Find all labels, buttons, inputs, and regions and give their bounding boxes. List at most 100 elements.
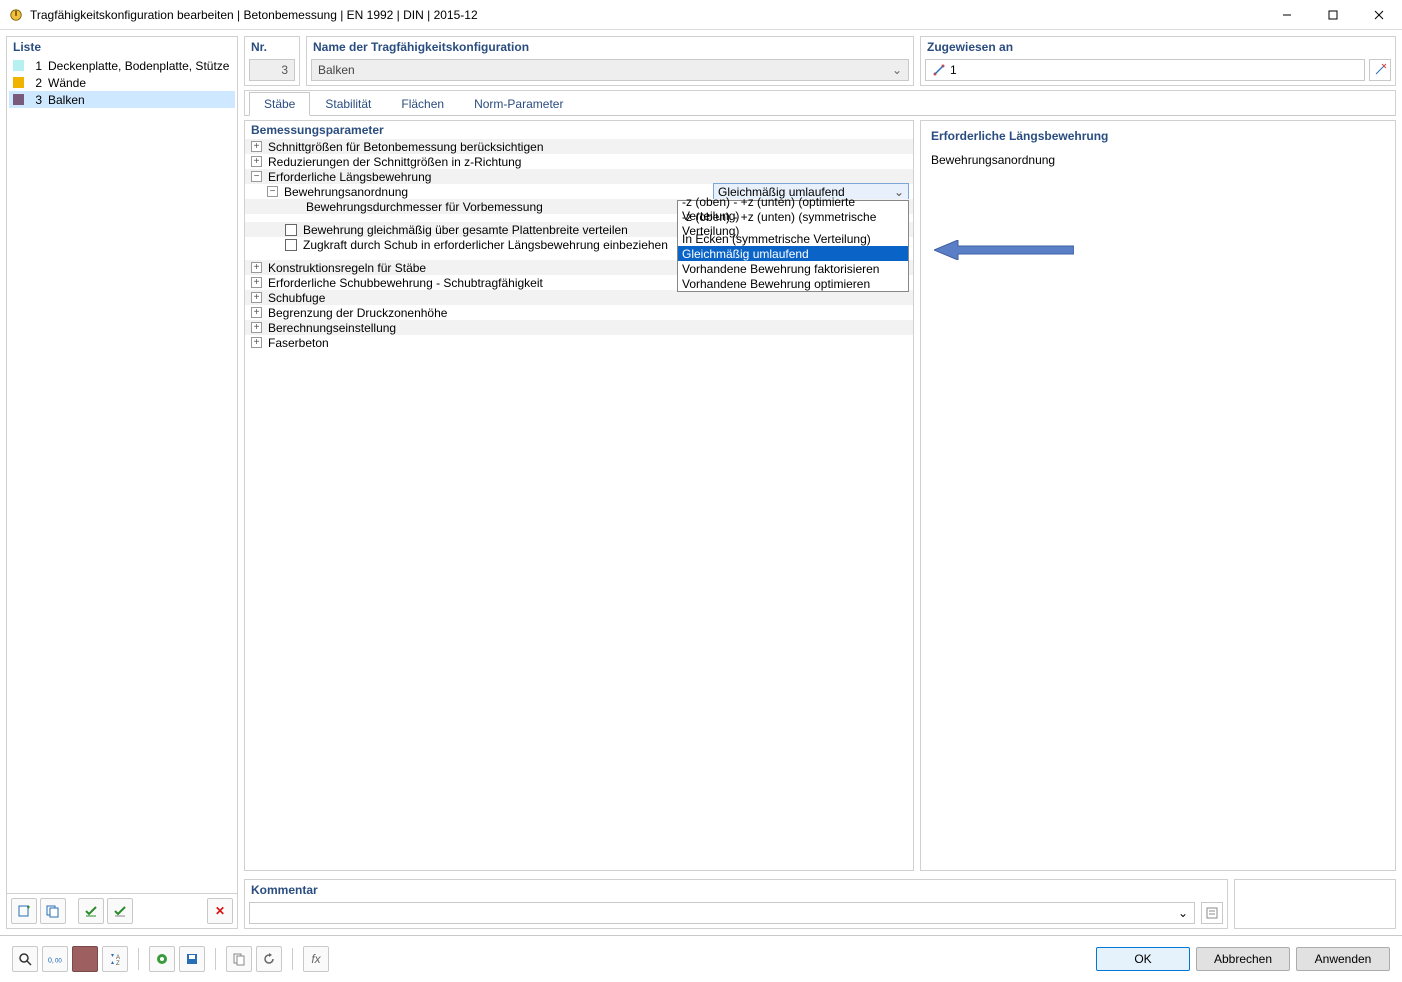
dropdown-option[interactable]: Vorhandene Bewehrung faktorisieren — [678, 261, 908, 276]
preview-placeholder — [1234, 879, 1396, 929]
tab-staebe[interactable]: Stäbe — [249, 92, 310, 116]
assign-pick-button[interactable] — [1369, 59, 1391, 81]
tree-label: Erforderliche Längsbewehrung — [268, 170, 431, 184]
expander-icon[interactable]: + — [251, 156, 262, 167]
tree-label: Berechnungseinstellung — [268, 321, 396, 335]
list-item[interactable]: 3 Balken — [9, 91, 235, 108]
function-icon: fx — [311, 952, 320, 966]
sort-tool-button[interactable]: AZ — [102, 946, 128, 972]
chevron-down-icon: ⌄ — [1178, 906, 1188, 920]
tree-label: Zugkraft durch Schub in erforderlicher L… — [303, 238, 668, 252]
color-swatch — [13, 77, 24, 88]
expander-icon[interactable]: − — [267, 186, 278, 197]
expander-icon[interactable]: + — [251, 307, 262, 318]
list-num: 2 — [30, 76, 42, 90]
checkbox[interactable] — [285, 239, 297, 251]
expander-icon[interactable]: + — [251, 322, 262, 333]
duplicate-config-button[interactable] — [40, 898, 66, 924]
uncheck-all-button[interactable] — [107, 898, 133, 924]
tab-norm-parameter[interactable]: Norm-Parameter — [459, 92, 578, 116]
name-header: Name der Tragfähigkeitskonfiguration — [307, 37, 913, 57]
comment-template-button[interactable] — [1201, 902, 1223, 924]
tree-row[interactable]: + Schubfuge — [245, 290, 913, 305]
tree-row[interactable]: + Schnittgrößen für Betonbemessung berüc… — [245, 139, 913, 154]
reset-tool-button[interactable] — [256, 946, 282, 972]
config-list: 1 Deckenplatte, Bodenplatte, Stütze 2 Wä… — [7, 57, 237, 893]
save-tool-button[interactable] — [179, 946, 205, 972]
list-label: Deckenplatte, Bodenplatte, Stütze — [48, 59, 229, 73]
list-label: Wände — [48, 76, 86, 90]
nr-field[interactable]: 3 — [249, 59, 295, 81]
tree-label: Bewehrungsdurchmesser für Vorbemessung — [306, 200, 543, 214]
color-swatch — [13, 60, 24, 71]
tree-label: Schnittgrößen für Betonbemessung berücks… — [268, 140, 544, 154]
cancel-button[interactable]: Abbrechen — [1196, 947, 1290, 971]
tree-label: Begrenzung der Druckzonenhöhe — [268, 306, 447, 320]
expander-icon[interactable]: + — [251, 141, 262, 152]
tree-row[interactable]: + Begrenzung der Druckzonenhöhe — [245, 305, 913, 320]
dropdown-option[interactable]: Gleichmäßig umlaufend — [678, 246, 908, 261]
list-label: Balken — [48, 93, 85, 107]
assigned-header: Zugewiesen an — [921, 37, 1395, 57]
dropdown-option[interactable]: -z (oben) - +z (unten) (symmetrische Ver… — [678, 216, 908, 231]
units-tool-button[interactable]: 0,00 — [42, 946, 68, 972]
color-swatch — [13, 94, 24, 105]
dropdown-option[interactable]: Vorhandene Bewehrung optimieren — [678, 276, 908, 291]
tree-label: Schubfuge — [268, 291, 325, 305]
tree-row[interactable]: + Reduzierungen der Schnittgrößen in z-R… — [245, 154, 913, 169]
svg-text:Z: Z — [116, 961, 120, 966]
tab-stabilitaet[interactable]: Stabilität — [310, 92, 386, 116]
params-header-label: Bemessungsparameter — [251, 123, 384, 137]
close-icon: ✕ — [215, 904, 225, 918]
list-num: 1 — [30, 59, 42, 73]
tab-flaechen[interactable]: Flächen — [386, 92, 459, 116]
function-tool-button[interactable]: fx — [303, 946, 329, 972]
window-title: Tragfähigkeitskonfiguration bearbeiten |… — [30, 8, 1264, 22]
annotation-arrow — [934, 240, 1074, 260]
name-combo[interactable]: Balken ⌄ — [311, 59, 909, 81]
close-button[interactable] — [1356, 0, 1402, 30]
nr-value: 3 — [281, 63, 288, 77]
list-header: Liste — [7, 37, 237, 57]
tree-label: Bewehrungsanordnung — [284, 185, 408, 199]
params-header: Bemessungsparameter — [245, 121, 913, 139]
tree-label: Bewehrung gleichmäßig über gesamte Platt… — [303, 223, 628, 237]
expander-icon[interactable]: + — [251, 277, 262, 288]
new-config-button[interactable] — [11, 898, 37, 924]
expander-icon[interactable]: + — [251, 337, 262, 348]
dropdown-popup: -z (oben) - +z (unten) (optimierte Verte… — [677, 200, 909, 292]
member-icon — [932, 63, 946, 77]
ok-button[interactable]: OK — [1096, 947, 1190, 971]
apply-button[interactable]: Anwenden — [1296, 947, 1390, 971]
library-tool-button[interactable] — [149, 946, 175, 972]
assigned-field[interactable]: 1 — [925, 59, 1365, 81]
delete-config-button[interactable]: ✕ — [207, 898, 233, 924]
checkbox[interactable] — [285, 224, 297, 236]
color-tool-button[interactable] — [72, 946, 98, 972]
minimize-button[interactable] — [1264, 0, 1310, 30]
tree-row[interactable]: + Berechnungseinstellung — [245, 320, 913, 335]
comment-combo[interactable]: ⌄ — [249, 902, 1195, 924]
copy-tool-button[interactable] — [226, 946, 252, 972]
chevron-down-icon: ⌄ — [892, 63, 902, 77]
list-num: 3 — [30, 93, 42, 107]
list-item[interactable]: 1 Deckenplatte, Bodenplatte, Stütze — [9, 57, 235, 74]
search-tool-button[interactable] — [12, 946, 38, 972]
name-value: Balken — [318, 63, 355, 77]
tree-label: Erforderliche Schubbewehrung - Schubtrag… — [268, 276, 543, 290]
assigned-value: 1 — [950, 63, 957, 77]
preview-title: Erforderliche Längsbewehrung — [931, 129, 1385, 143]
check-all-button[interactable] — [78, 898, 104, 924]
tree-row[interactable]: + Faserbeton — [245, 335, 913, 350]
svg-text:0,: 0, — [48, 958, 54, 965]
preview-pane: Erforderliche Längsbewehrung Bewehrungsa… — [920, 120, 1396, 871]
maximize-button[interactable] — [1310, 0, 1356, 30]
tree-label: Konstruktionsregeln für Stäbe — [268, 261, 426, 275]
tree-row[interactable]: − Bewehrungsanordnung Gleichmäßig umlauf… — [245, 184, 913, 199]
tree-row[interactable]: − Erforderliche Längsbewehrung — [245, 169, 913, 184]
comment-header: Kommentar — [245, 880, 1227, 900]
expander-icon[interactable]: − — [251, 171, 262, 182]
expander-icon[interactable]: + — [251, 262, 262, 273]
list-item[interactable]: 2 Wände — [9, 74, 235, 91]
expander-icon[interactable]: + — [251, 292, 262, 303]
